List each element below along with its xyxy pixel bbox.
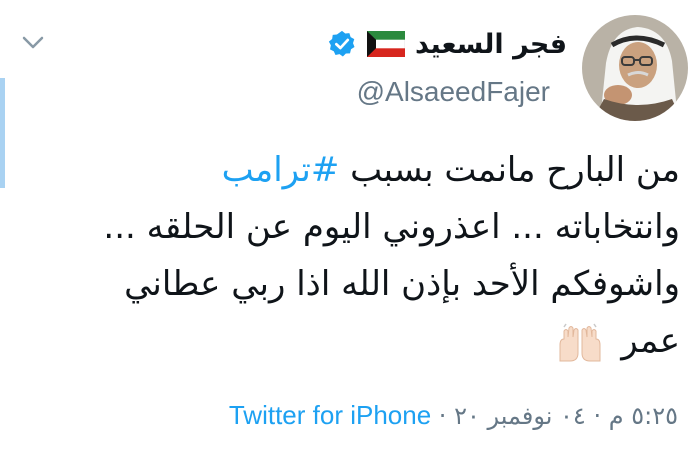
tweet-text-segment: عمر — [621, 321, 680, 361]
avatar[interactable] — [582, 15, 688, 121]
user-handle[interactable]: @AlsaeedFajer — [357, 76, 550, 108]
meta-separator: · — [438, 402, 447, 430]
chevron-down-icon[interactable] — [18, 28, 48, 58]
kuwait-flag-icon — [366, 31, 405, 57]
tweet-date[interactable]: ٠٤ نوفمبر ٢٠ — [454, 402, 586, 430]
tweet-line-4: عمر — [20, 313, 680, 370]
tweet-text-segment: من البارح مانمت بسبب — [339, 150, 680, 190]
user-name-row: فجر السعيد — [327, 24, 567, 64]
scroll-indicator — [0, 78, 5, 188]
verified-badge-icon — [328, 30, 355, 57]
hashtag-link[interactable]: #ترامب — [222, 150, 340, 190]
tweet-meta: ٥:٢٥ م · ٠٤ نوفمبر ٢٠ · Twitter for iPho… — [229, 400, 678, 431]
tweet-line-1: من البارح مانمت بسبب #ترامب — [20, 142, 680, 199]
tweet-text: من البارح مانمت بسبب #ترامب وانتخاباته .… — [20, 142, 680, 370]
display-name[interactable]: فجر السعيد — [415, 29, 567, 60]
meta-separator: · — [593, 402, 602, 430]
tweet-source-link[interactable]: Twitter for iPhone — [229, 400, 431, 430]
tweet-time[interactable]: ٥:٢٥ م — [609, 402, 678, 430]
tweet-line-3: واشوفكم الأحد بإذن الله اذا ربي عطاني — [124, 264, 680, 304]
tweet-line-2: وانتخاباته ... اعذروني اليوم عن الحلقه .… — [103, 207, 680, 247]
tweet-card: فجر السعيد @AlsaeedFajer من البارح مانمت… — [0, 0, 700, 458]
raised-hands-icon — [559, 323, 601, 361]
